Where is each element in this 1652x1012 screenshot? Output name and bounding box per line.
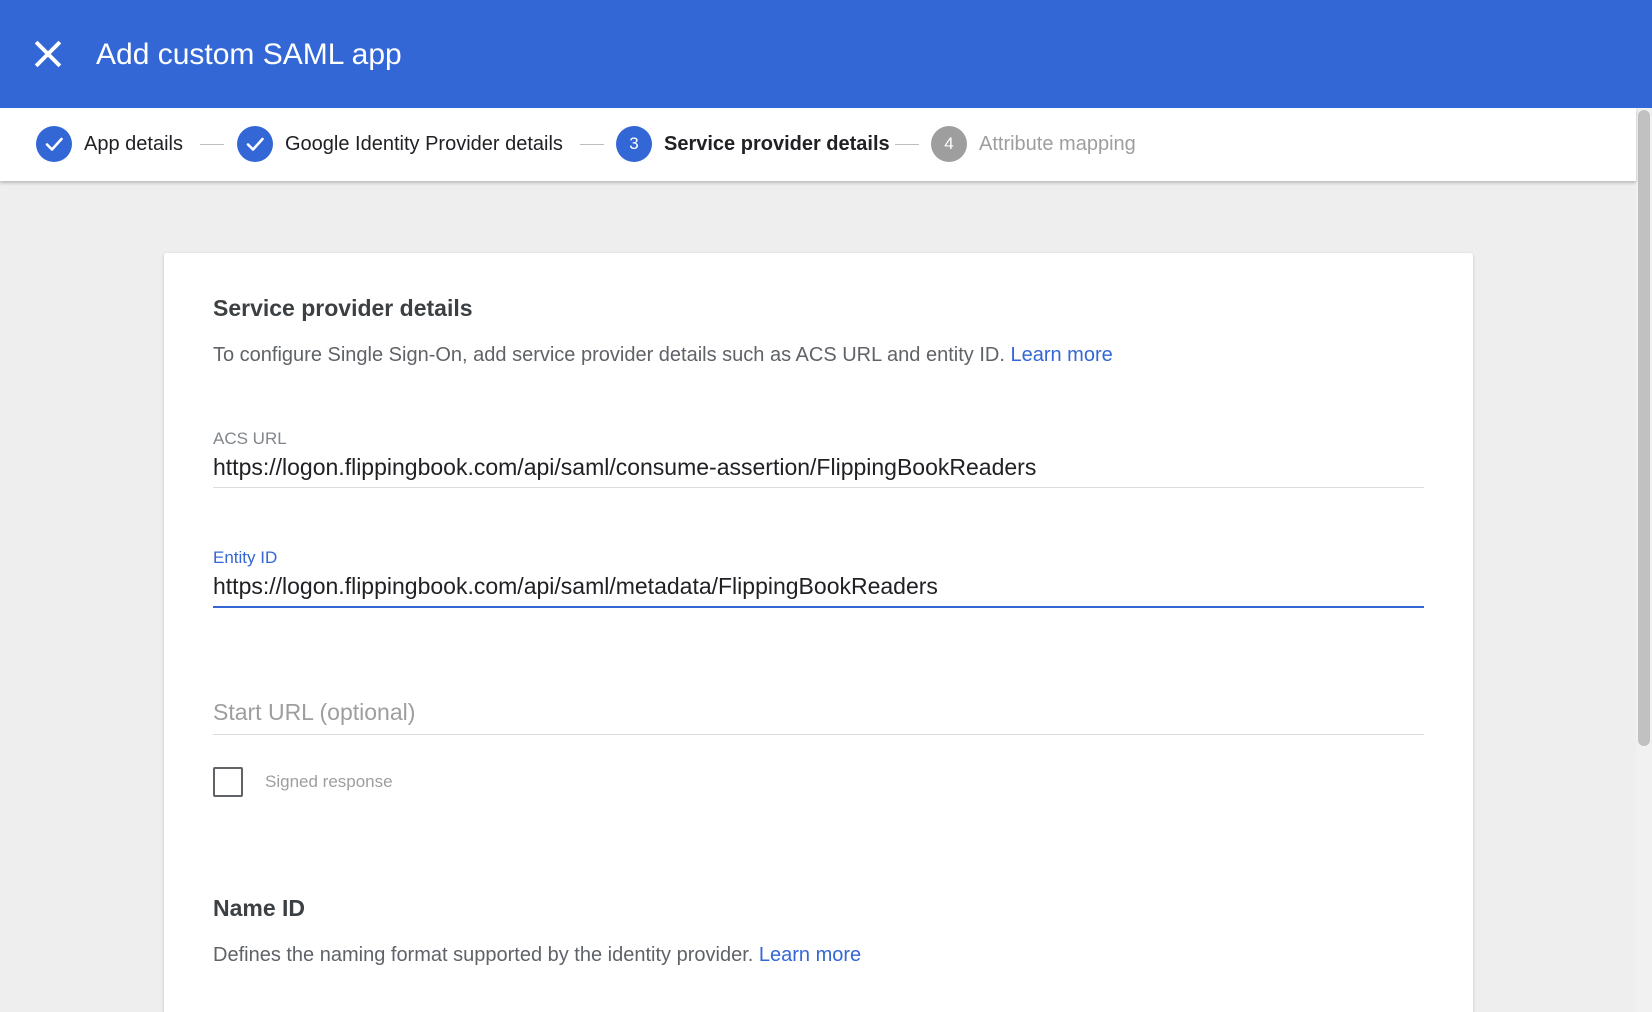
acs-url-input[interactable] <box>213 450 1424 484</box>
step-label: Service provider details <box>664 133 890 155</box>
step-label: Attribute mapping <box>979 133 1136 155</box>
field-underline-focused <box>213 606 1424 608</box>
close-button[interactable] <box>30 36 66 72</box>
app-header: Add custom SAML app <box>0 0 1652 108</box>
step-google-idp-details[interactable]: Google Identity Provider details <box>237 126 563 162</box>
step-label: Google Identity Provider details <box>285 133 563 155</box>
field-underline <box>213 487 1424 488</box>
step-number-badge: 4 <box>931 126 967 162</box>
check-icon <box>45 137 63 151</box>
acs-url-label: ACS URL <box>213 429 287 448</box>
section-title: Service provider details <box>213 295 473 321</box>
step-connector <box>200 144 224 145</box>
step-connector <box>895 144 919 145</box>
acs-url-field: ACS URL <box>213 428 1424 488</box>
signed-response-checkbox[interactable] <box>213 767 243 797</box>
start-url-field <box>213 695 1424 735</box>
step-connector <box>580 144 604 145</box>
step-done-indicator <box>237 126 273 162</box>
step-done-indicator <box>36 126 72 162</box>
signed-response-label: Signed response <box>265 772 393 791</box>
section-description: To configure Single Sign-On, add service… <box>213 341 1113 369</box>
step-service-provider-details[interactable]: 3 Service provider details <box>616 126 890 162</box>
stepper: App details Google Identity Provider det… <box>0 108 1636 181</box>
learn-more-link[interactable]: Learn more <box>1010 344 1112 366</box>
service-provider-card: Service provider details To configure Si… <box>164 253 1473 1012</box>
step-label: App details <box>84 133 183 155</box>
learn-more-link[interactable]: Learn more <box>759 944 861 966</box>
entity-id-field: Entity ID <box>213 547 1424 609</box>
close-icon <box>34 40 62 68</box>
step-attribute-mapping[interactable]: 4 Attribute mapping <box>931 126 1136 162</box>
name-id-description: Defines the naming format supported by t… <box>213 941 861 969</box>
step-number-badge: 3 <box>616 126 652 162</box>
entity-id-label: Entity ID <box>213 548 278 567</box>
start-url-input[interactable] <box>213 695 1424 729</box>
entity-id-input[interactable] <box>213 569 1424 603</box>
description-text: Defines the naming format supported by t… <box>213 944 754 966</box>
page-title: Add custom SAML app <box>96 38 402 71</box>
description-text: To configure Single Sign-On, add service… <box>213 344 1005 366</box>
step-app-details[interactable]: App details <box>36 126 183 162</box>
signed-response-checkbox-row[interactable]: Signed response <box>213 767 393 797</box>
name-id-title: Name ID <box>213 895 306 921</box>
field-underline <box>213 734 1424 735</box>
scrollbar-thumb[interactable] <box>1638 110 1650 746</box>
check-icon <box>246 137 264 151</box>
